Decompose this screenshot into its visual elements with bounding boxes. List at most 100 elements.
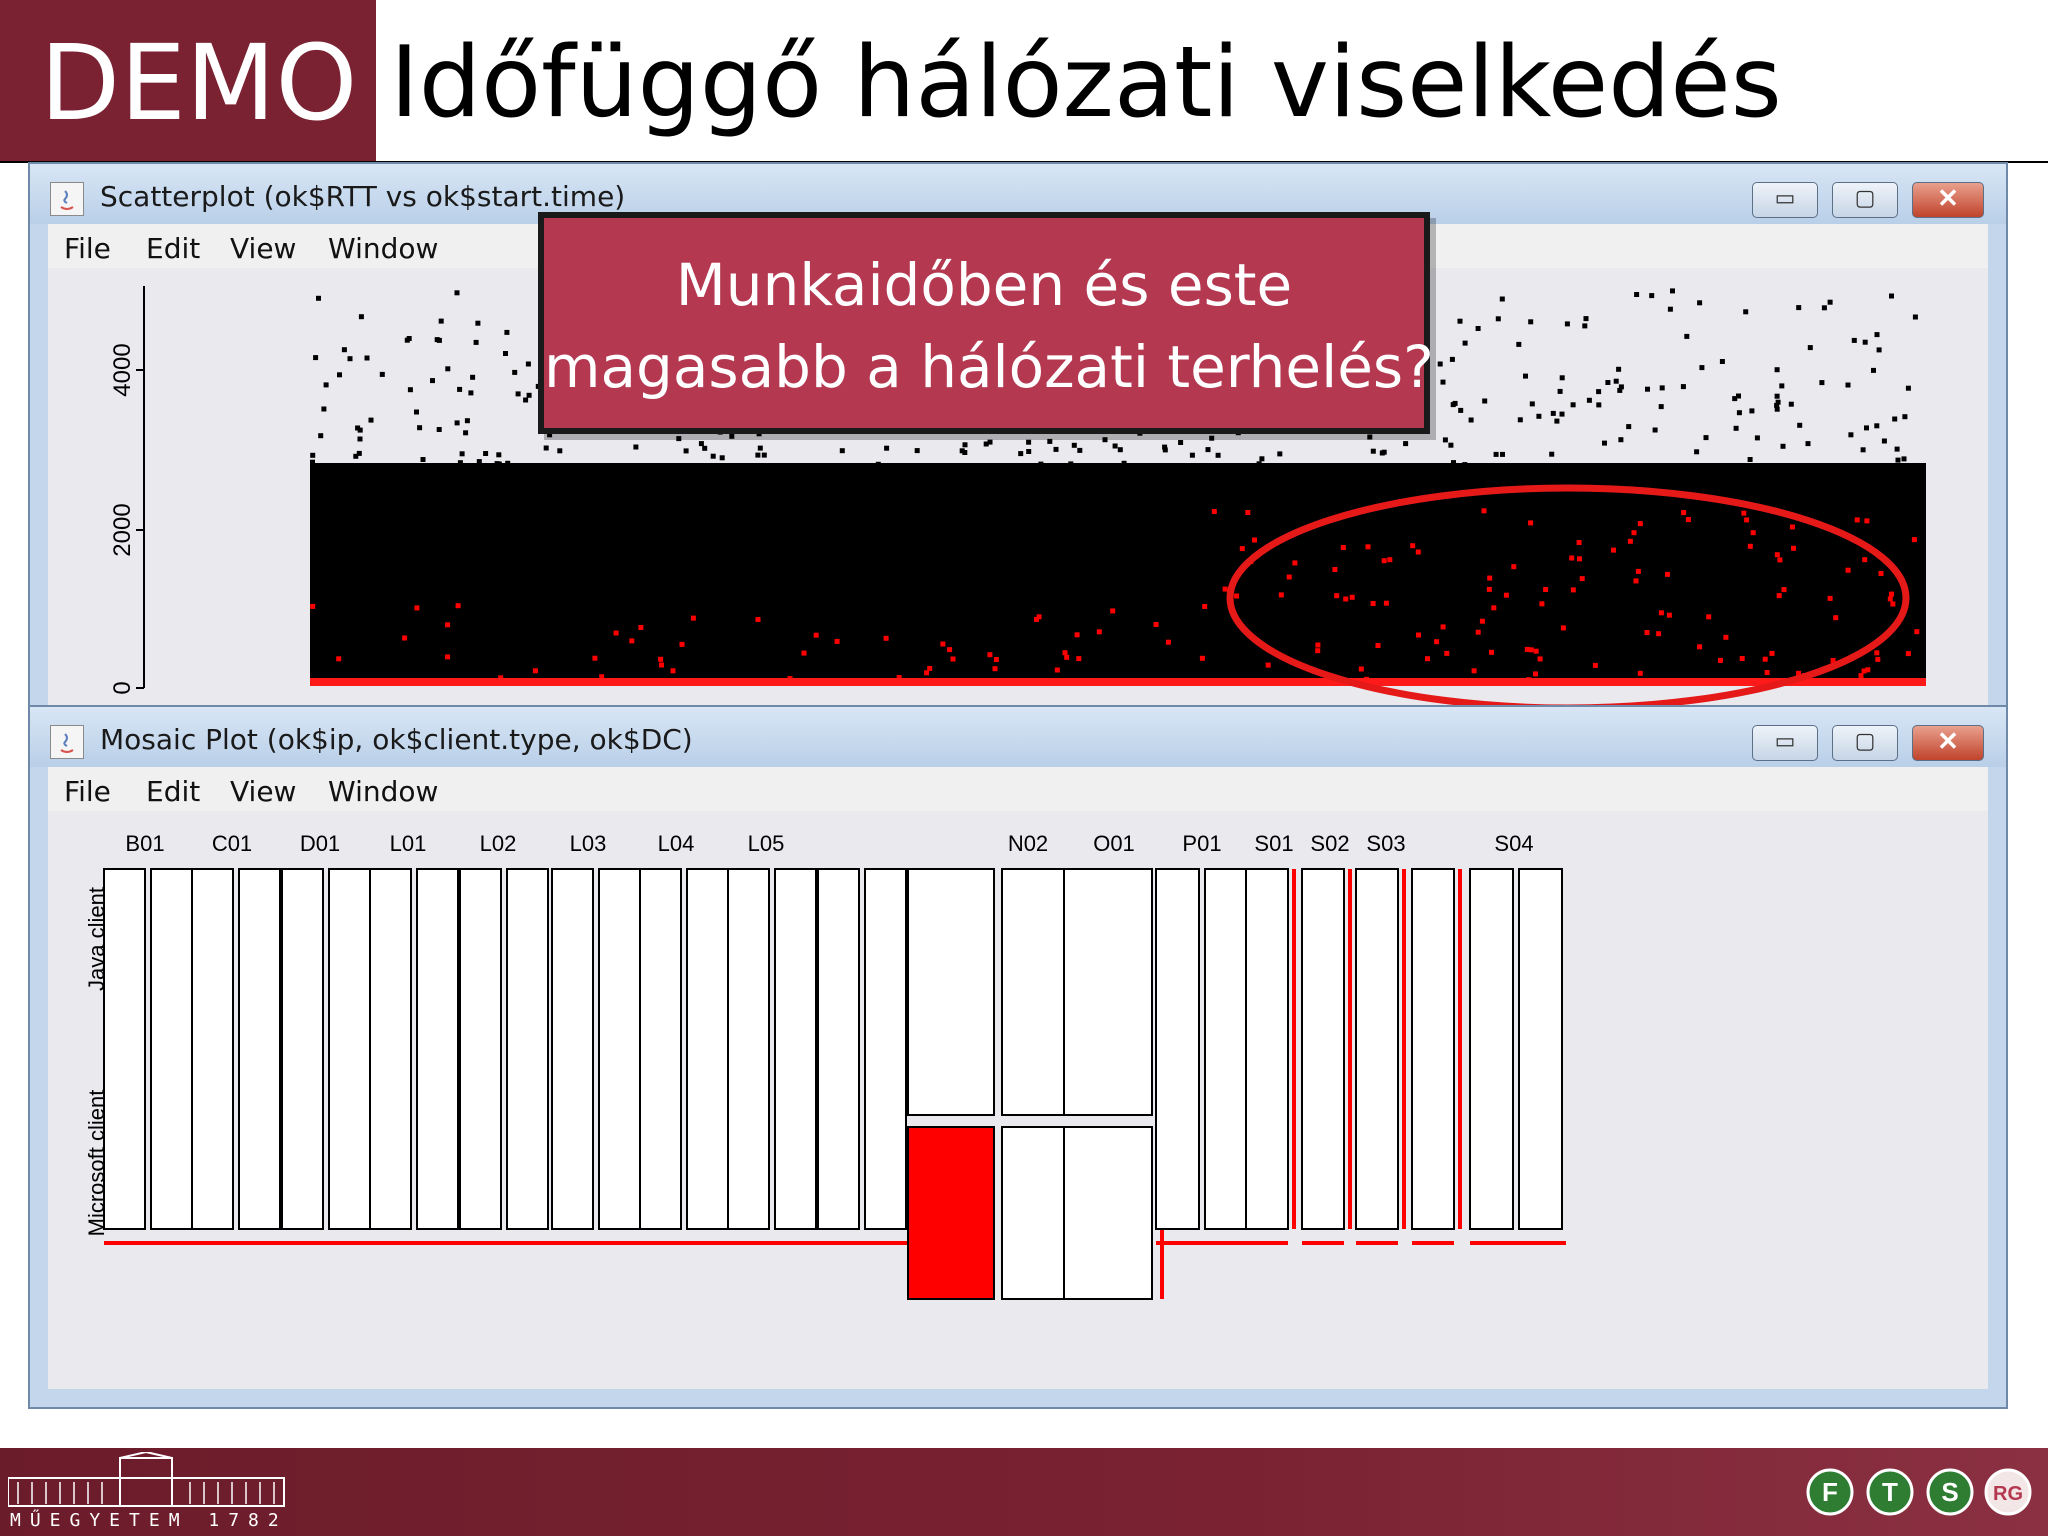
menu-edit[interactable]: Edit — [146, 232, 200, 265]
scatter-point — [523, 397, 529, 403]
ftsrg-circle-t: T — [1866, 1468, 1914, 1516]
scatter-point-red — [1383, 600, 1389, 606]
mosaic-titlebar[interactable]: Mosaic Plot (ok$ip, ok$client.type, ok$D… — [30, 707, 2006, 767]
scatter-point — [511, 496, 516, 501]
scatter-point-red — [1685, 517, 1691, 523]
scatter-point — [1667, 306, 1673, 312]
menu-file[interactable]: File — [64, 775, 111, 808]
scatter-point — [702, 445, 708, 451]
scatter-point — [1813, 487, 1819, 493]
mosaic-window[interactable]: Mosaic Plot (ok$ip, ok$client.type, ok$D… — [28, 705, 2008, 1409]
scatter-point — [387, 466, 392, 472]
scatter-point-red — [1479, 618, 1485, 624]
scatter-point — [1206, 495, 1212, 501]
scatter-point-red — [987, 652, 993, 658]
scatter-point — [603, 491, 609, 497]
demo-label: DEMO — [40, 22, 358, 144]
scatter-point — [983, 441, 989, 447]
scatter-point — [404, 337, 410, 343]
scatter-point — [1789, 494, 1795, 500]
scatter-point — [420, 457, 426, 462]
scatter-point-red — [1444, 650, 1450, 656]
scatter-point — [463, 430, 469, 436]
menu-window[interactable]: Window — [328, 232, 438, 265]
scatter-point — [1865, 494, 1871, 500]
scatter-point — [1383, 494, 1389, 500]
scatter-point — [1764, 494, 1770, 500]
scatter-point-red — [1202, 604, 1208, 609]
scatter-point — [1523, 373, 1528, 379]
scatter-point — [1137, 484, 1143, 490]
scatter-point — [1749, 408, 1755, 414]
scatter-point-red — [402, 635, 408, 641]
minimize-button[interactable]: ▭ — [1752, 182, 1818, 218]
scatter-point — [1364, 469, 1370, 475]
scatter-point-red — [883, 635, 889, 641]
mosaic-plot-area[interactable]: Java client Microsoft client B01 C01 D01 L0… — [48, 811, 1988, 1389]
scatter-point-red — [1887, 596, 1893, 602]
scatter-point — [787, 489, 793, 495]
scatter-point — [839, 448, 845, 454]
scatter-point — [1807, 345, 1813, 351]
callout-line-1: Munkaidőben és este — [675, 251, 1293, 319]
scatter-point — [474, 466, 480, 472]
menu-view[interactable]: View — [230, 232, 296, 265]
scatter-point-red — [1697, 644, 1703, 650]
scatter-point-red — [310, 603, 316, 609]
scatter-point-red — [1365, 544, 1371, 550]
mosaic-cell — [1245, 868, 1289, 1230]
scatter-point — [1370, 448, 1376, 454]
scatter-point — [750, 491, 756, 497]
close-button[interactable]: ✕ — [1912, 182, 1984, 218]
svg-text:F: F — [1822, 1477, 1838, 1507]
scatter-point-red — [1475, 629, 1481, 635]
scatter-point-red — [336, 656, 342, 662]
scatter-point — [833, 474, 838, 480]
scatter-point — [1029, 491, 1035, 497]
scatter-point — [332, 495, 338, 501]
scatter-point — [657, 469, 663, 474]
scatter-point — [1315, 485, 1321, 491]
scatter-point-red — [532, 668, 538, 674]
scatter-point-red — [1440, 624, 1446, 630]
scatter-point-red — [1343, 596, 1349, 602]
scatter-point — [368, 417, 374, 423]
scatter-point-red — [940, 641, 946, 647]
scatter-point — [535, 492, 541, 498]
scatter-point — [1796, 305, 1802, 311]
mosaic-cell — [817, 868, 860, 1230]
scatter-point — [1854, 490, 1860, 496]
scatter-point-red — [1905, 651, 1911, 657]
scatter-point — [1591, 496, 1597, 501]
scatter-point — [1862, 339, 1868, 345]
maximize-button[interactable]: ▢ — [1832, 182, 1898, 218]
close-button[interactable]: ✕ — [1912, 725, 1984, 761]
maximize-icon: ▢ — [1854, 185, 1876, 210]
scatter-point — [491, 475, 497, 481]
y-tick-label: 2000 — [109, 503, 136, 556]
java-app-icon — [50, 725, 84, 759]
scatter-point — [323, 382, 329, 388]
scatter-point — [1069, 482, 1075, 487]
scatter-point-red — [445, 654, 451, 660]
scatter-point — [321, 406, 327, 412]
scatter-point-red — [1034, 616, 1039, 622]
minimize-button[interactable]: ▭ — [1752, 725, 1818, 761]
menu-file[interactable]: File — [64, 232, 111, 265]
scatter-point — [713, 492, 719, 498]
scatter-point — [1457, 318, 1463, 324]
scatter-point — [515, 391, 521, 397]
callout-box: Munkaidőben és este magasabb a hálózati … — [538, 212, 1434, 434]
scatter-point-red — [1286, 574, 1292, 580]
scatter-point — [1684, 333, 1690, 339]
menu-view[interactable]: View — [230, 775, 296, 808]
scatter-point — [1874, 486, 1880, 492]
mosaic-chart[interactable]: Java client Microsoft client B01 C01 D01 L0… — [48, 811, 1988, 1389]
maximize-button[interactable]: ▢ — [1832, 725, 1898, 761]
scatter-point — [953, 484, 959, 490]
menu-edit[interactable]: Edit — [146, 775, 200, 808]
scatter-point — [1845, 496, 1851, 501]
scatter-point — [1481, 478, 1487, 484]
menu-window[interactable]: Window — [328, 775, 438, 808]
mosaic-column-label: C01 — [212, 831, 252, 856]
